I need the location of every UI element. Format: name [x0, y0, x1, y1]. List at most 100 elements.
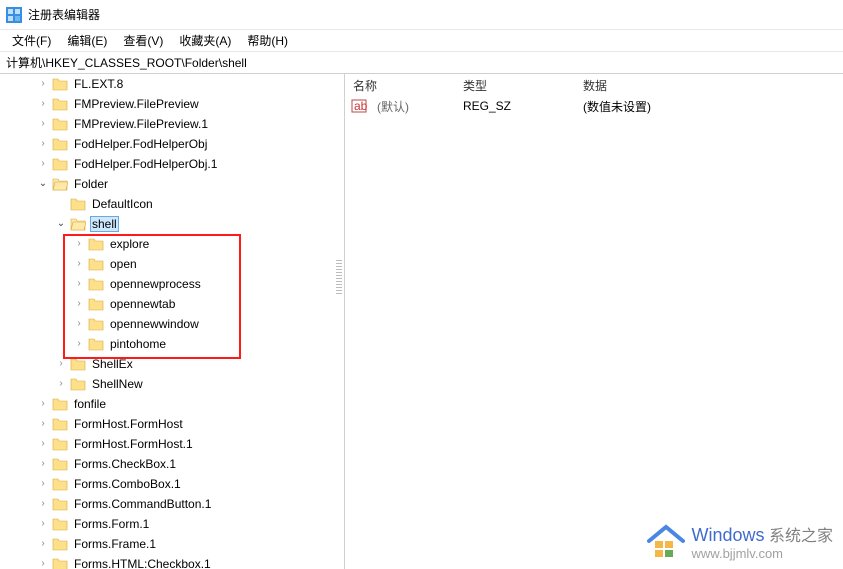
- expander-icon[interactable]: ›: [54, 359, 68, 369]
- value-data: (数值未设置): [575, 97, 843, 116]
- tree-node-open[interactable]: › open: [0, 254, 344, 274]
- expander-icon[interactable]: ›: [72, 299, 86, 309]
- expander-icon[interactable]: ›: [36, 99, 50, 109]
- window-title: 注册表编辑器: [28, 6, 100, 23]
- tree-node-shell[interactable]: ⌄ shell: [0, 214, 344, 234]
- menu-favorites[interactable]: 收藏夹(A): [171, 30, 239, 51]
- col-name[interactable]: 名称: [345, 75, 455, 96]
- value-name: (默认): [369, 97, 455, 116]
- tree-node-label: Forms.ComboBox.1: [72, 476, 183, 492]
- expander-icon[interactable]: ›: [72, 279, 86, 289]
- tree-node-label: FormHost.FormHost: [72, 416, 185, 432]
- tree-node-FormHost-FormHost-1[interactable]: › FormHost.FormHost.1: [0, 434, 344, 454]
- tree-node-FMPreview-FilePreview-1[interactable]: › FMPreview.FilePreview.1: [0, 114, 344, 134]
- tree-node-label: ShellEx: [90, 356, 135, 372]
- value-row[interactable]: ab (默认)REG_SZ(数值未设置): [345, 96, 843, 116]
- expander-icon[interactable]: ›: [72, 259, 86, 269]
- tree-node-opennewtab[interactable]: › opennewtab: [0, 294, 344, 314]
- tree-node-label: Forms.Frame.1: [72, 536, 158, 552]
- address-text: 计算机\HKEY_CLASSES_ROOT\Folder\shell: [6, 54, 247, 71]
- expander-icon[interactable]: ›: [36, 79, 50, 89]
- tree-node-opennewprocess[interactable]: › opennewprocess: [0, 274, 344, 294]
- tree-node-Forms-ComboBox-1[interactable]: › Forms.ComboBox.1: [0, 474, 344, 494]
- menu-help[interactable]: 帮助(H): [239, 30, 296, 51]
- tree-node-label: FodHelper.FodHelperObj.1: [72, 156, 219, 172]
- titlebar: 注册表编辑器: [0, 0, 843, 30]
- tree-node-Forms-Frame-1[interactable]: › Forms.Frame.1: [0, 534, 344, 554]
- tree-node-FormHost-FormHost[interactable]: › FormHost.FormHost: [0, 414, 344, 434]
- tree-node-FodHelper-FodHelperObj[interactable]: › FodHelper.FodHelperObj: [0, 134, 344, 154]
- values-body: ab (默认)REG_SZ(数值未设置): [345, 96, 843, 116]
- expander-icon[interactable]: ›: [36, 439, 50, 449]
- tree-node-label: FormHost.FormHost.1: [72, 436, 195, 452]
- menu-edit[interactable]: 编辑(E): [59, 30, 115, 51]
- tree-scrollarea[interactable]: › FL.EXT.8› FMPreview.FilePreview› FMPre…: [0, 74, 344, 569]
- tree-node-DefaultIcon[interactable]: DefaultIcon: [0, 194, 344, 214]
- tree-node-label: Forms.HTML:Checkbox.1: [72, 556, 213, 569]
- watermark-url: www.bjjmlv.com: [692, 546, 833, 561]
- expander-icon[interactable]: ⌄: [36, 179, 50, 189]
- expander-icon[interactable]: ›: [36, 419, 50, 429]
- tree-node-Forms-HTML-Checkbox-1[interactable]: › Forms.HTML:Checkbox.1: [0, 554, 344, 569]
- expander-icon[interactable]: ⌄: [54, 219, 68, 229]
- tree-node-label: FMPreview.FilePreview.1: [72, 116, 210, 132]
- tree-node-label: Folder: [72, 176, 110, 192]
- expander-icon[interactable]: ›: [36, 519, 50, 529]
- expander-icon[interactable]: ›: [54, 379, 68, 389]
- splitter-handle[interactable]: [336, 260, 342, 296]
- expander-icon[interactable]: ›: [72, 239, 86, 249]
- content: › FL.EXT.8› FMPreview.FilePreview› FMPre…: [0, 74, 843, 569]
- tree-node-label: pintohome: [108, 336, 168, 352]
- address-bar[interactable]: 计算机\HKEY_CLASSES_ROOT\Folder\shell: [0, 52, 843, 74]
- tree-node-Forms-CommandButton-1[interactable]: › Forms.CommandButton.1: [0, 494, 344, 514]
- values-header: 名称 类型 数据: [345, 74, 843, 96]
- tree-node-FL-EXT-8[interactable]: › FL.EXT.8: [0, 74, 344, 94]
- col-type[interactable]: 类型: [455, 75, 575, 96]
- expander-icon[interactable]: ›: [72, 339, 86, 349]
- tree-node-pintohome[interactable]: › pintohome: [0, 334, 344, 354]
- watermark-brand2: 系统之家: [765, 528, 833, 545]
- svg-text:ab: ab: [354, 99, 367, 113]
- tree-node-label: Forms.CommandButton.1: [72, 496, 213, 512]
- expander-icon[interactable]: ›: [36, 479, 50, 489]
- expander-icon[interactable]: ›: [36, 119, 50, 129]
- expander-icon[interactable]: ›: [36, 459, 50, 469]
- tree-node-label: FL.EXT.8: [72, 76, 125, 92]
- tree-node-Forms-CheckBox-1[interactable]: › Forms.CheckBox.1: [0, 454, 344, 474]
- tree-node-explore[interactable]: › explore: [0, 234, 344, 254]
- house-icon: [646, 523, 686, 561]
- expander-icon[interactable]: ›: [36, 159, 50, 169]
- tree-node-label: explore: [108, 236, 151, 252]
- menu-view[interactable]: 查看(V): [115, 30, 171, 51]
- tree-node-fonfile[interactable]: › fonfile: [0, 394, 344, 414]
- expander-icon[interactable]: ›: [72, 319, 86, 329]
- expander-icon[interactable]: ›: [36, 399, 50, 409]
- watermark: Windows 系统之家 www.bjjmlv.com: [646, 522, 833, 561]
- tree-node-label: opennewprocess: [108, 276, 203, 292]
- tree-pane: › FL.EXT.8› FMPreview.FilePreview› FMPre…: [0, 74, 345, 569]
- value-type: REG_SZ: [455, 98, 575, 114]
- tree-node-FodHelper-FodHelperObj-1[interactable]: › FodHelper.FodHelperObj.1: [0, 154, 344, 174]
- watermark-brand1: Windows: [692, 525, 765, 545]
- tree-node-Folder[interactable]: ⌄ Folder: [0, 174, 344, 194]
- col-data[interactable]: 数据: [575, 75, 843, 96]
- expander-icon[interactable]: ›: [36, 499, 50, 509]
- menu-file[interactable]: 文件(F): [4, 30, 59, 51]
- tree-node-label: opennewtab: [108, 296, 177, 312]
- expander-icon[interactable]: ›: [36, 559, 50, 569]
- tree-node-label: open: [108, 256, 139, 272]
- tree-node-label: Forms.CheckBox.1: [72, 456, 178, 472]
- tree-node-Forms-Form-1[interactable]: › Forms.Form.1: [0, 514, 344, 534]
- expander-icon[interactable]: ›: [36, 139, 50, 149]
- tree-node-label: Forms.Form.1: [72, 516, 151, 532]
- menubar: 文件(F) 编辑(E) 查看(V) 收藏夹(A) 帮助(H): [0, 30, 843, 52]
- expander-icon[interactable]: ›: [36, 539, 50, 549]
- tree-node-ShellNew[interactable]: › ShellNew: [0, 374, 344, 394]
- tree-node-FMPreview-FilePreview[interactable]: › FMPreview.FilePreview: [0, 94, 344, 114]
- tree-node-label: FodHelper.FodHelperObj: [72, 136, 209, 152]
- regedit-icon: [6, 7, 22, 23]
- tree-node-label: DefaultIcon: [90, 196, 155, 212]
- tree-node-ShellEx[interactable]: › ShellEx: [0, 354, 344, 374]
- tree-node-label: FMPreview.FilePreview: [72, 96, 201, 112]
- tree-node-opennewwindow[interactable]: › opennewwindow: [0, 314, 344, 334]
